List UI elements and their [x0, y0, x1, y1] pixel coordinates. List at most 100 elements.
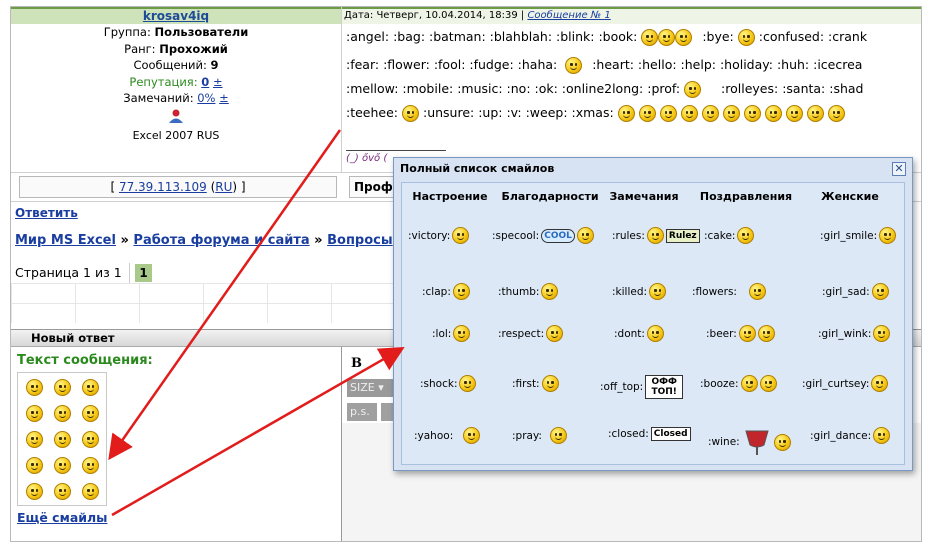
smiley-icon[interactable]: [82, 483, 99, 500]
ip-box: [ 77.39.113.109 (RU) ]: [19, 176, 337, 198]
smiley-icon: [743, 105, 761, 122]
smiley-icon[interactable]: [54, 483, 71, 500]
breadcrumb-home[interactable]: Мир MS Excel: [15, 233, 116, 248]
smiley-girl-smile[interactable]: :girl_smile:: [820, 227, 897, 244]
group-value: Пользователи: [154, 25, 249, 39]
smiley-code: :lol:: [432, 327, 452, 340]
smiley-icon[interactable]: [26, 379, 43, 396]
smiley-lol[interactable]: :lol:: [432, 325, 471, 342]
smiley-wine[interactable]: :wine:: [708, 427, 791, 457]
booze-icon: [759, 375, 777, 392]
reputation-change-link[interactable]: ±: [213, 75, 223, 89]
user-profile-panel: krosav4iq Группа: Пользователи Ранг: Про…: [11, 7, 341, 167]
smiley-shock[interactable]: :shock:: [420, 375, 477, 392]
smiley-respect[interactable]: :respect:: [498, 325, 564, 342]
pagination-text: Страница 1 из 1: [15, 265, 122, 280]
smiley-code: :cake:: [704, 229, 736, 242]
girl-smile-icon: [879, 227, 897, 244]
smiley-text-row-4: :teehee: :unsure: :up: :v: :weep: :xmas:: [346, 105, 845, 122]
warnings-row: Замечаний: 0% ±: [11, 90, 341, 107]
prof-smiley-icon: [684, 81, 702, 98]
smiley-icon: [675, 29, 693, 46]
rank-label: Ранг:: [124, 41, 156, 56]
breadcrumb-separator: »: [120, 233, 129, 248]
column-header-mood: Настроение: [412, 190, 488, 203]
more-smiles-link[interactable]: Ещё смайлы: [17, 510, 107, 525]
smiley-closed[interactable]: :closed: Closed: [608, 427, 691, 441]
smiley-dont[interactable]: :dont:: [614, 325, 664, 342]
smiley-icon[interactable]: [82, 379, 99, 396]
group-label: Группа:: [103, 25, 151, 39]
smiley-icon[interactable]: [82, 405, 99, 422]
teehee-smiley-icon: [402, 105, 419, 122]
smiley-yahoo[interactable]: :yahoo:: [414, 427, 481, 444]
smiley-icon[interactable]: [82, 431, 99, 448]
username-link[interactable]: krosav4iq: [143, 9, 209, 23]
victory-icon: [452, 227, 470, 244]
warnings-change-link[interactable]: ±: [219, 91, 229, 105]
bold-button[interactable]: B: [351, 356, 362, 371]
reply-link[interactable]: Ответить: [15, 206, 78, 220]
size-select[interactable]: SIZE ▾: [347, 379, 397, 397]
smiley-icon[interactable]: [26, 483, 43, 500]
reputation-link[interactable]: 0: [201, 75, 209, 89]
smiley-text-row-2: :fear: :flower: :fool: :fudge: :haha: :h…: [346, 57, 862, 74]
smiley-flowers[interactable]: :flowers:: [692, 283, 766, 300]
smiley-thumb[interactable]: :thumb:: [498, 283, 559, 300]
smiley-icon[interactable]: [54, 431, 71, 448]
smiley-first[interactable]: :first:: [512, 375, 559, 392]
popup-title: Полный список смайлов: [400, 162, 555, 175]
smiley-cake[interactable]: :cake:: [704, 227, 755, 244]
smiley-beer[interactable]: :beer:: [706, 325, 775, 342]
warnings-link[interactable]: 0%: [197, 91, 215, 105]
ps-button[interactable]: p.s.: [347, 403, 377, 421]
smiley-codes-8: :teehee:: [346, 105, 399, 120]
close-button[interactable]: ✕: [892, 162, 906, 176]
smiley-booze[interactable]: :booze:: [700, 375, 777, 392]
smiley-code: :victory:: [408, 229, 451, 242]
smiley-code: :yahoo:: [414, 429, 454, 442]
wine-glass-icon: [745, 430, 769, 455]
smiley-killed[interactable]: :killed:: [612, 283, 667, 300]
smiley-icon: [806, 105, 824, 122]
ip-country-link[interactable]: RU: [215, 180, 232, 194]
smiley-girl-dance[interactable]: :girl_dance:: [810, 427, 891, 444]
smiley-icon[interactable]: [54, 405, 71, 422]
dont-icon: [646, 325, 664, 342]
killed-icon: [649, 283, 667, 300]
pagination: Страница 1 из 1 1: [11, 263, 411, 283]
smiley-clap[interactable]: :clap:: [422, 283, 470, 300]
smiley-icon[interactable]: [26, 405, 43, 422]
smiley-rules[interactable]: :rules: Rulez: [612, 227, 700, 244]
smiley-victory[interactable]: :victory:: [408, 227, 470, 244]
smiley-icon[interactable]: [54, 457, 71, 474]
smiley-girl-sad[interactable]: :girl_sad:: [822, 283, 889, 300]
warnings-label: Замечаний:: [123, 91, 194, 105]
smiley-text-row-1: :angel: :bag: :batman: :blahblah: :blink…: [346, 29, 867, 46]
smiley-table: Настроение Благодарности Замечания Поздр…: [401, 182, 905, 465]
smiley-code: :girl_curtsey:: [802, 377, 870, 390]
breadcrumb-section[interactable]: Работа форума и сайта: [133, 233, 309, 248]
smiley-code: :beer:: [706, 327, 737, 340]
smiley-icon[interactable]: [82, 457, 99, 474]
smiley-icon[interactable]: [26, 431, 43, 448]
background-grid: [11, 283, 411, 323]
ip-address-link[interactable]: 77.39.113.109: [119, 180, 207, 194]
smiley-girl-curtsey[interactable]: :girl_curtsey:: [802, 375, 889, 392]
ip-bracket-close: ]: [240, 180, 246, 194]
smiley-off-top[interactable]: :off_top: ОФФ ТОП!: [600, 375, 684, 399]
smiley-icon[interactable]: [54, 379, 71, 396]
smiley-text-row-3: :mellow: :mobile: :music: :no: :ok: :onl…: [346, 81, 864, 98]
thumb-icon: [541, 283, 559, 300]
pagination-current-page[interactable]: 1: [135, 264, 152, 282]
user-status-icon[interactable]: [168, 109, 184, 123]
breadcrumb-forum[interactable]: Вопросы: [327, 233, 393, 248]
smiley-icon: [658, 29, 676, 46]
smiley-icon: [659, 105, 677, 122]
smiley-girl-wink[interactable]: :girl_wink:: [818, 325, 891, 342]
smiley-icon[interactable]: [26, 457, 43, 474]
message-number-link[interactable]: Сообщение № 1: [527, 10, 610, 21]
smiley-codes-7: :rolleyes: :santa: :shad: [721, 81, 864, 96]
smiley-pray[interactable]: :pray:: [512, 427, 567, 444]
smiley-specool[interactable]: :specool: COOL: [492, 227, 594, 244]
